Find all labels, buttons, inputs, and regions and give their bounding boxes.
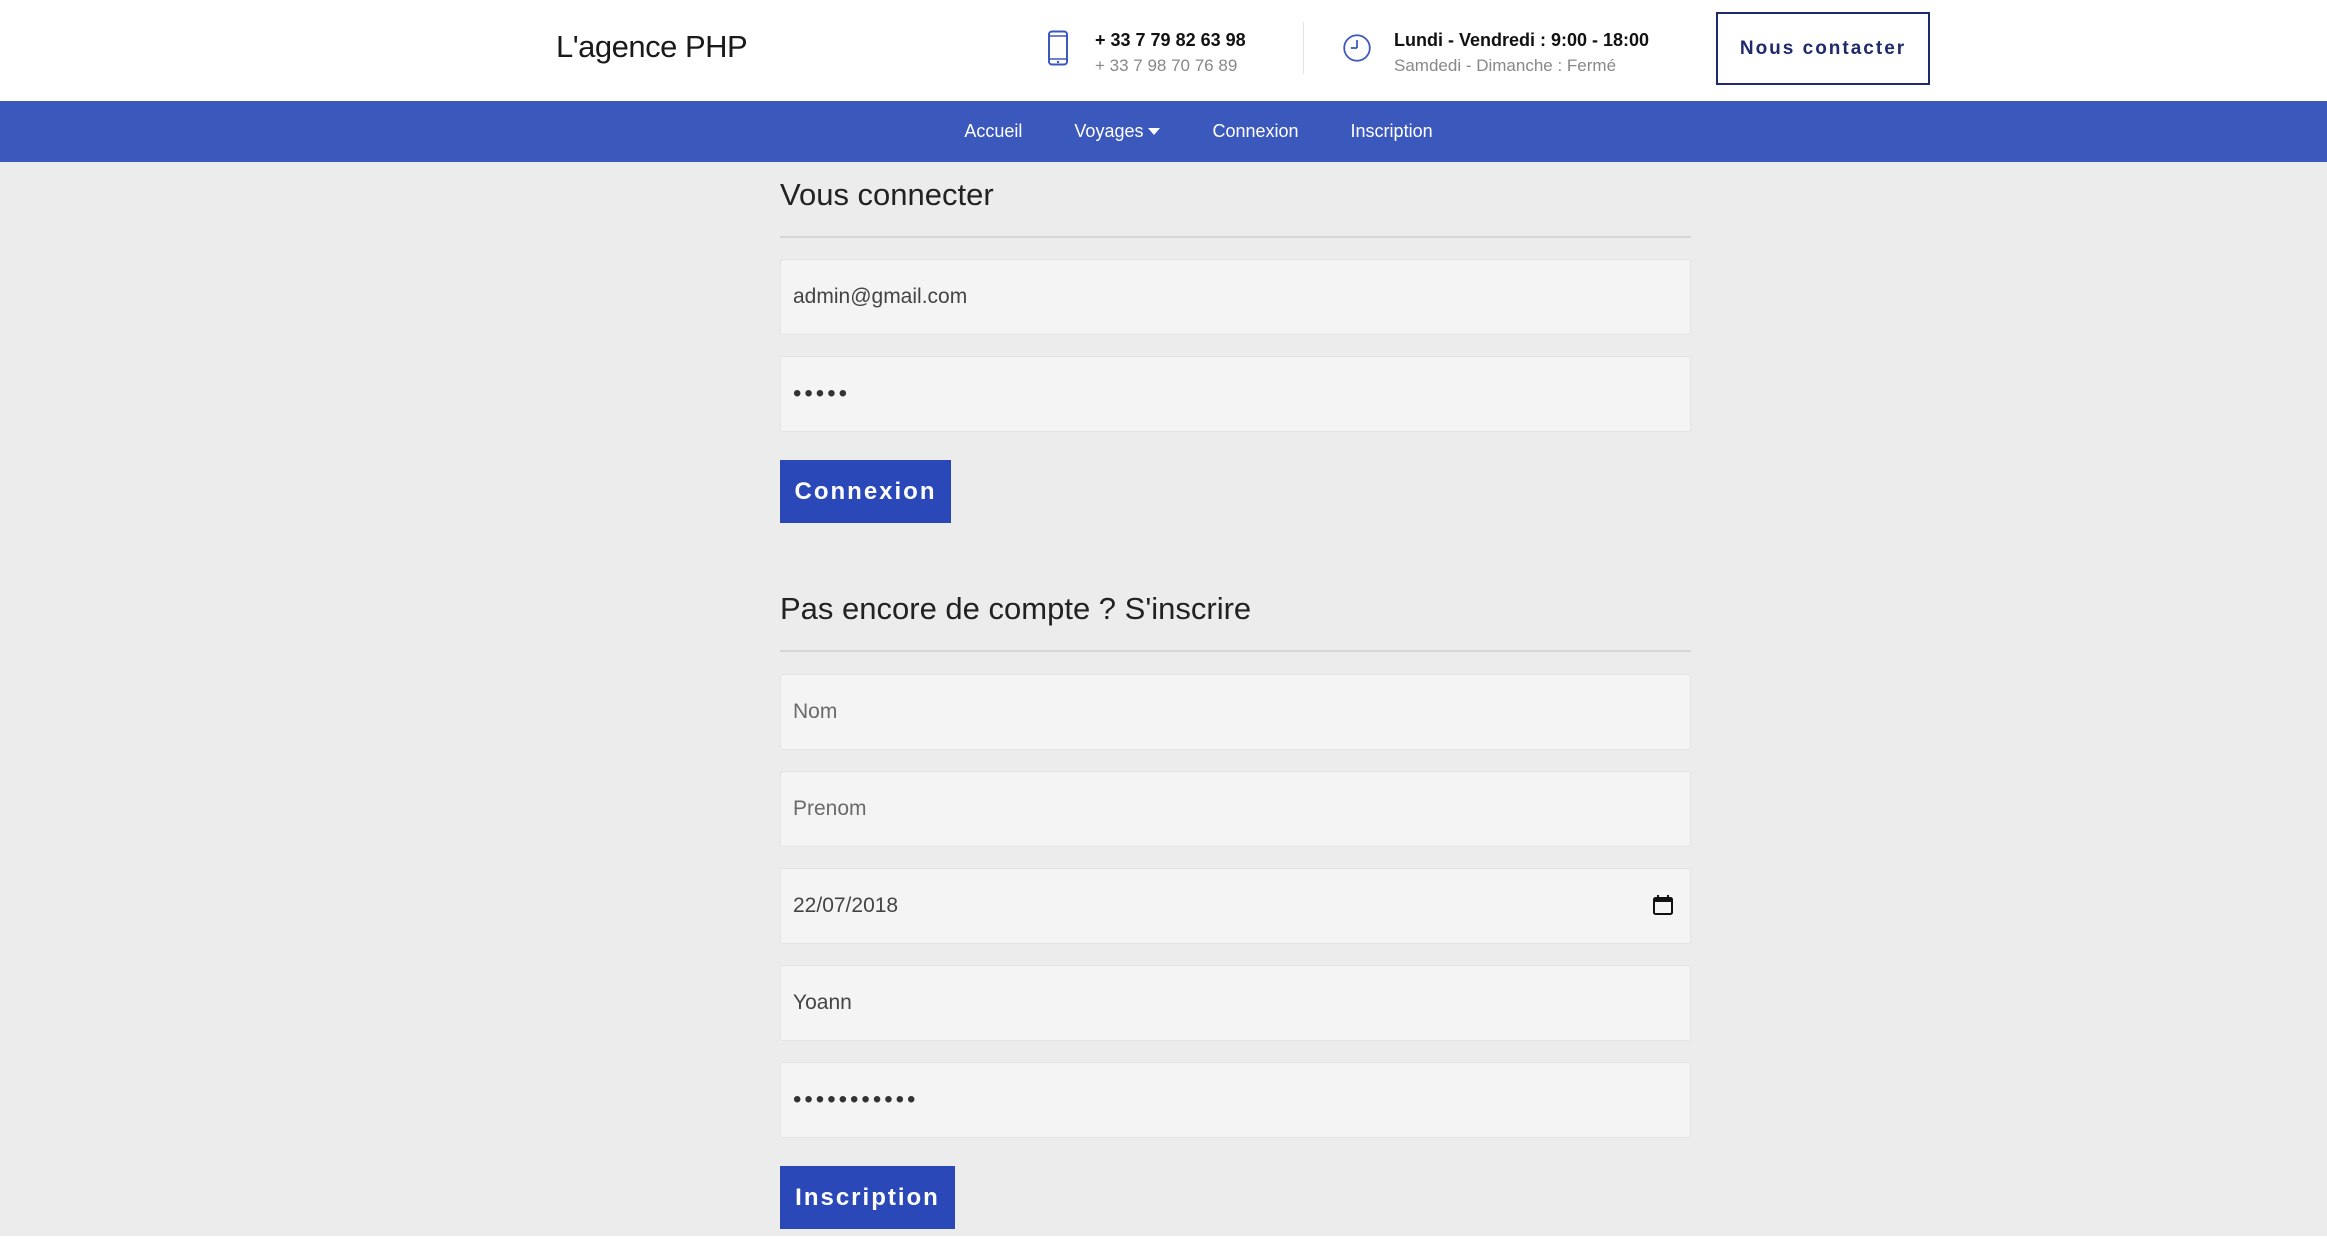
- signup-divider: [780, 650, 1691, 652]
- main-navbar: Accueil Voyages Connexion Inscription: [0, 101, 2327, 162]
- page-bottom: [0, 1236, 2327, 1250]
- nav-item-voyages[interactable]: Voyages: [1048, 121, 1186, 142]
- main-content: Vous connecter admin@gmail.com ••••• Con…: [0, 162, 2327, 1236]
- login-title: Vous connecter: [780, 177, 994, 212]
- nav-item-inscription[interactable]: Inscription: [1325, 121, 1459, 142]
- login-button[interactable]: Connexion: [780, 460, 951, 523]
- calendar-icon[interactable]: [1652, 894, 1674, 916]
- hours-text: Lundi - Vendredi : 9:00 - 18:00 Samdedi …: [1394, 20, 1649, 77]
- nav-item-label: Connexion: [1212, 121, 1299, 141]
- login-divider: [780, 236, 1691, 238]
- nav-item-label: Inscription: [1350, 121, 1433, 141]
- prenom-field[interactable]: Prenom: [780, 771, 1691, 847]
- hours-weekend: Samdedi - Dimanche : Fermé: [1394, 56, 1617, 75]
- signup-password-field[interactable]: •••••••••••: [780, 1062, 1691, 1138]
- phone-primary[interactable]: + 33 7 79 82 63 98: [1095, 29, 1246, 51]
- nav-item-label: Voyages: [1074, 121, 1144, 141]
- username-field[interactable]: Yoann: [780, 965, 1691, 1041]
- caret-down-icon: [1148, 128, 1161, 135]
- clock-icon: [1342, 28, 1372, 68]
- email-field[interactable]: admin@gmail.com: [780, 259, 1691, 335]
- nav-item-label: Accueil: [964, 121, 1023, 141]
- password-field[interactable]: •••••: [780, 356, 1691, 432]
- nav-item-accueil[interactable]: Accueil: [938, 121, 1048, 142]
- top-header: L'agence PHP + 33 7 79 82 63 98 + 33 7 9…: [0, 0, 2327, 101]
- nom-field[interactable]: Nom: [780, 674, 1691, 750]
- nav-items: Accueil Voyages Connexion Inscription: [938, 121, 1458, 142]
- phone-contact: + 33 7 79 82 63 98 + 33 7 98 70 76 89: [1043, 20, 1246, 77]
- phone-numbers: + 33 7 79 82 63 98 + 33 7 98 70 76 89: [1095, 20, 1246, 77]
- header-divider: [1303, 22, 1304, 74]
- hours-weekdays: Lundi - Vendredi : 9:00 - 18:00: [1394, 30, 1650, 50]
- birthdate-field[interactable]: 22/07/2018: [780, 868, 1691, 944]
- nav-item-connexion[interactable]: Connexion: [1186, 121, 1324, 142]
- brand-logo[interactable]: L'agence PHP: [556, 29, 748, 65]
- phone-icon: [1043, 28, 1073, 68]
- opening-hours: Lundi - Vendredi : 9:00 - 18:00 Samdedi …: [1342, 20, 1649, 77]
- phone-secondary[interactable]: + 33 7 98 70 76 89: [1095, 55, 1246, 77]
- birthdate-value: 22/07/2018: [793, 894, 899, 917]
- signup-title: Pas encore de compte ? S'inscrire: [780, 591, 1252, 626]
- signup-button[interactable]: Inscription: [780, 1166, 955, 1229]
- contact-button[interactable]: Nous contacter: [1716, 12, 1930, 85]
